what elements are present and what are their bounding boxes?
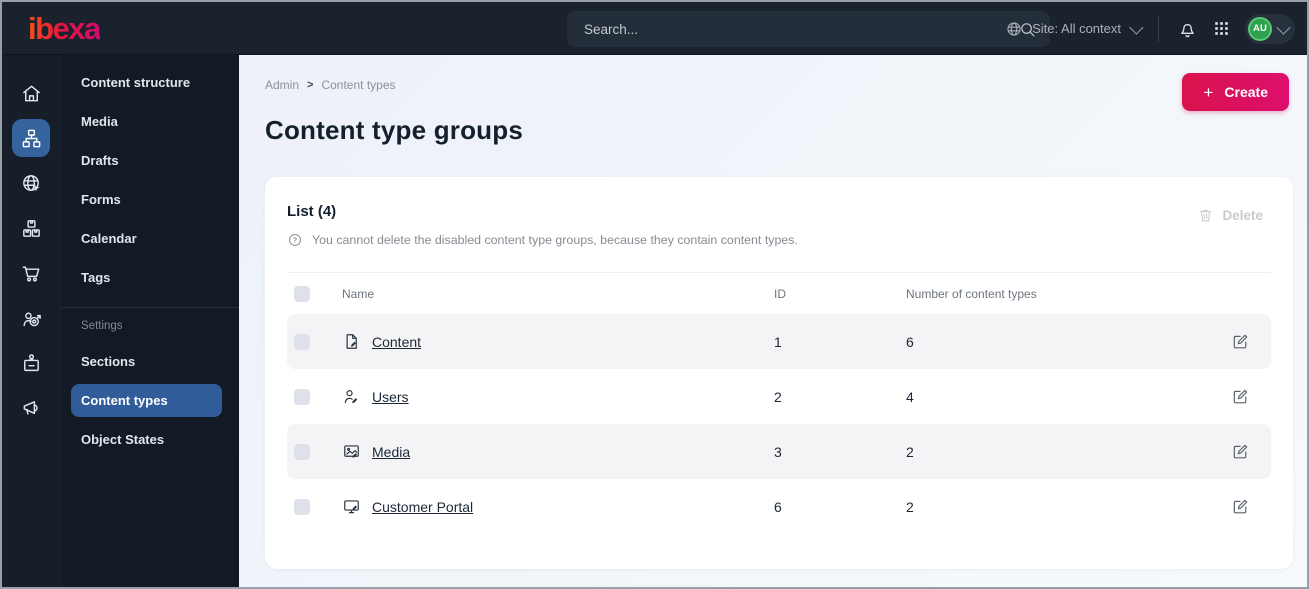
admin-badge-icon[interactable] — [12, 344, 50, 382]
column-header-id: ID — [774, 286, 786, 301]
site-context-label: Site: All context — [1032, 21, 1121, 36]
table-row: Customer Portal 6 2 — [287, 479, 1271, 534]
apps-grid-button[interactable] — [1212, 19, 1231, 38]
breadcrumb-current: Content types — [321, 78, 396, 92]
help-icon[interactable] — [287, 232, 303, 248]
sidebar-item-tags[interactable]: Tags — [61, 258, 239, 297]
sidebar-item-content-types[interactable]: Content types — [71, 384, 222, 417]
group-content-type-count: 4 — [906, 388, 914, 405]
sidebar-divider — [61, 307, 239, 308]
group-content-type-count: 2 — [906, 443, 914, 460]
edit-button[interactable] — [1231, 387, 1271, 406]
table-row: Content 1 6 — [287, 314, 1271, 369]
sidebar-item-media[interactable]: Media — [61, 102, 239, 141]
row-checkbox[interactable] — [294, 443, 310, 460]
user-edit-icon — [342, 387, 361, 406]
row-checkbox[interactable] — [294, 498, 310, 515]
table-row: Users 2 4 — [287, 369, 1271, 424]
plus-icon: + — [1203, 82, 1214, 102]
breadcrumb: Admin > Content types — [265, 75, 1291, 95]
row-checkbox[interactable] — [294, 388, 310, 405]
sidebar-item-calendar[interactable]: Calendar — [61, 219, 239, 258]
group-id: 6 — [774, 498, 782, 515]
page-title: Content type groups — [265, 115, 524, 145]
list-title: List (4) — [287, 203, 337, 220]
table-header: Name ID Number of content types — [287, 272, 1271, 314]
create-button-label: Create — [1224, 84, 1268, 100]
group-name-link[interactable]: Users — [372, 389, 409, 405]
globe-icon — [1005, 20, 1023, 38]
select-all-checkbox[interactable] — [294, 285, 310, 302]
icon-rail — [2, 55, 60, 587]
chevron-down-icon — [1276, 20, 1291, 35]
help-text: You cannot delete the disabled content t… — [312, 233, 798, 247]
sidebar-item-content-structure[interactable]: Content structure — [61, 63, 239, 102]
file-edit-icon — [342, 332, 361, 351]
delete-button-label: Delete — [1222, 208, 1263, 223]
home-icon[interactable] — [12, 74, 50, 112]
create-button[interactable]: + Create — [1182, 73, 1289, 111]
group-id: 1 — [774, 333, 782, 350]
product-catalog-icon[interactable] — [12, 209, 50, 247]
monitor-edit-icon — [342, 497, 361, 516]
site-context-selector[interactable]: Site: All context — [1005, 20, 1144, 38]
content-type-groups-table: Name ID Number of content types Content … — [287, 272, 1271, 534]
site-globe-icon[interactable] — [12, 164, 50, 202]
group-name-link[interactable]: Media — [372, 444, 410, 460]
commerce-cart-icon[interactable] — [12, 254, 50, 292]
edit-button[interactable] — [1231, 442, 1271, 461]
edit-button[interactable] — [1231, 332, 1271, 351]
marketing-megaphone-icon[interactable] — [12, 389, 50, 427]
table-row: Media 3 2 — [287, 424, 1271, 479]
avatar: AU — [1248, 16, 1272, 41]
app-window: ibexa Site: All context AU — [0, 0, 1309, 589]
search-input[interactable] — [567, 11, 1018, 47]
chevron-down-icon — [1129, 20, 1144, 35]
image-edit-icon — [342, 442, 361, 461]
topbar-divider — [1158, 15, 1159, 42]
notifications-button[interactable] — [1177, 18, 1198, 39]
edit-button[interactable] — [1231, 497, 1271, 516]
main-content: Admin > Content types + Create Content t… — [239, 55, 1307, 587]
trash-icon — [1197, 207, 1214, 224]
group-name-link[interactable]: Customer Portal — [372, 499, 473, 515]
content-tree-icon[interactable] — [12, 119, 50, 157]
group-name-link[interactable]: Content — [372, 334, 421, 350]
column-header-name: Name — [342, 286, 375, 301]
delete-button[interactable]: Delete — [1197, 207, 1263, 224]
row-checkbox[interactable] — [294, 333, 310, 350]
sidebar-item-forms[interactable]: Forms — [61, 180, 239, 219]
user-menu[interactable]: AU — [1245, 13, 1295, 44]
sidebar-item-object-states[interactable]: Object States — [61, 420, 239, 459]
column-header-count: Number of content types — [906, 286, 1037, 301]
ibexa-logo[interactable]: ibexa — [28, 13, 101, 44]
sidebar-item-sections[interactable]: Sections — [61, 342, 239, 381]
breadcrumb-separator: > — [307, 79, 314, 91]
group-id: 2 — [774, 388, 782, 405]
group-content-type-count: 2 — [906, 498, 914, 515]
sidebar: Content structure Media Drafts Forms Calenda… — [60, 55, 239, 587]
topbar-right-cluster: Site: All context AU — [1005, 2, 1295, 55]
sidebar-section-label: Settings — [81, 320, 123, 332]
topbar: ibexa Site: All context AU — [2, 2, 1307, 55]
group-id: 3 — [774, 443, 782, 460]
group-content-type-count: 6 — [906, 333, 914, 350]
sidebar-item-drafts[interactable]: Drafts — [61, 141, 239, 180]
global-search[interactable] — [567, 11, 1050, 47]
content-type-groups-card: List (4) You cannot delete the disabled … — [265, 177, 1293, 569]
breadcrumb-admin[interactable]: Admin — [265, 78, 299, 92]
personalization-target-icon[interactable] — [12, 299, 50, 337]
